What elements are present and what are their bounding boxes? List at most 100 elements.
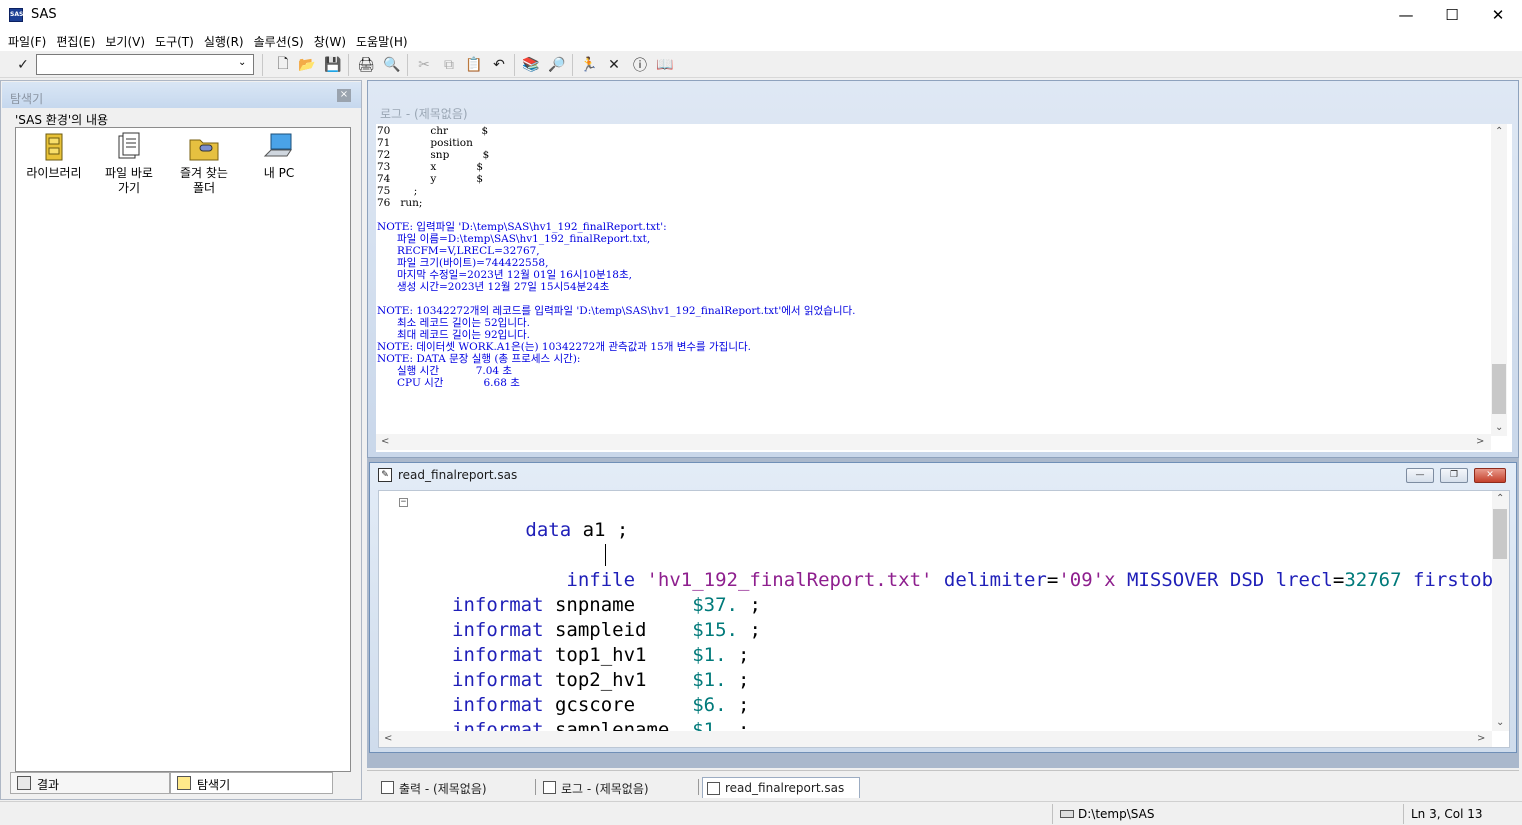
my-pc-label: 내 PC <box>263 166 295 180</box>
log-text: 70 chr $71 position 72 snp $73 x $74 y $7… <box>377 125 856 389</box>
log-note-line: 파일 이름=D:\temp\SAS\hv1_192_finalReport.tx… <box>377 233 651 245</box>
log-note-line: 실행 시간 7.04 초 <box>377 365 513 377</box>
favorite-folder-item[interactable]: 즐겨 찾는 폴더 <box>167 132 241 196</box>
new-file-icon[interactable]: 🗋 <box>273 55 293 75</box>
file-shortcut-label: 파일 바로 가기 <box>105 166 153 195</box>
favorite-folder-label: 즐겨 찾는 폴더 <box>180 166 228 195</box>
explorer-header: 탐색기 × <box>2 82 361 108</box>
my-pc-item[interactable]: 내 PC <box>242 132 316 181</box>
code-line-infile: infile ' hv1_192_finalReport.txt' delimit… <box>452 543 1509 591</box>
copy-icon[interactable]: ⧉ <box>439 55 459 75</box>
file-shortcut-item[interactable]: 파일 바로 가기 <box>92 132 166 196</box>
code-line-informat: informat top2_hv1 $1. ; <box>452 669 750 691</box>
command-dropdown-icon[interactable]: ⌄ <box>238 57 246 68</box>
log-window-title: 로그 - (제목없음) <box>380 107 468 121</box>
explorer-close-icon[interactable]: × <box>337 89 351 102</box>
current-folder[interactable]: D:\temp\SAS <box>1060 807 1154 821</box>
library-label: 라이브러리 <box>26 166 82 180</box>
explorer-tab-icon <box>177 776 191 790</box>
log-doc-icon <box>543 781 556 794</box>
my-pc-icon <box>263 132 295 162</box>
log-line: 73 x $ <box>377 161 484 173</box>
window-title: SAS <box>31 7 57 22</box>
open-folder-icon[interactable]: 📂 <box>297 55 317 75</box>
title-bar: SAS SAS — ☐ ✕ <box>0 0 1522 30</box>
file-shortcut-icon <box>113 132 145 162</box>
status-bar: D:\temp\SAS Ln 3, Col 13 <box>0 801 1522 825</box>
save-icon[interactable]: 💾 <box>323 55 343 75</box>
menu-tools[interactable]: 도구(T) <box>150 30 199 51</box>
code-line-informat: informat sampleid $15. ; <box>452 619 761 641</box>
log-note-line: 파일 크기(바이트)=744422558, <box>377 257 549 269</box>
print-icon[interactable]: 🖨 <box>356 55 376 75</box>
menu-bar: 파일(F) 편집(E) 보기(V) 도구(T) 실행(R) 솔루션(S) 창(W… <box>0 30 1522 51</box>
print-preview-icon[interactable]: 🔍 <box>382 55 402 75</box>
log-note-line: RECFM=V,LRECL=32767, <box>377 245 540 257</box>
cut-icon[interactable]: ✂ <box>414 55 434 75</box>
editor-title-bar: ✎ read_finalreport.sas <box>378 468 517 482</box>
code-line-informat: informat top1_hv1 $1. ; <box>452 644 750 666</box>
editor-title: read_finalreport.sas <box>398 468 518 482</box>
clear-all-icon[interactable]: ✕ <box>604 55 624 75</box>
editor-vertical-scrollbar[interactable]: ⌃ ⌄ <box>1492 491 1509 731</box>
undo-icon[interactable]: ↶ <box>489 55 509 75</box>
menu-window[interactable]: 창(W) <box>309 30 351 51</box>
editor-body[interactable]: − data a1 ; infile ' hv1_192_finalReport.… <box>378 490 1510 748</box>
toolbar: ✓ ⌄ 🗋 📂 💾 🖨 🔍 ✂ ⧉ 📋 ↶ 📚 🔎 🏃 ✕ ⓘ 📖 <box>0 51 1522 78</box>
menu-solutions[interactable]: 솔루션(S) <box>249 30 309 51</box>
editor-scroll-thumb[interactable] <box>1493 509 1507 559</box>
menu-view[interactable]: 보기(V) <box>100 30 150 51</box>
command-input[interactable] <box>36 54 254 75</box>
minimize-button[interactable]: — <box>1383 0 1429 30</box>
editor-restore-button[interactable]: ❐ <box>1440 468 1468 483</box>
editor-horizontal-scrollbar[interactable]: < > <box>379 731 1492 747</box>
editor-window: ✎ read_finalreport.sas — ❐ ✕ − data a1 ;… <box>369 462 1517 753</box>
cursor-position: Ln 3, Col 13 <box>1411 807 1483 821</box>
tab-log[interactable]: 로그 - (제목없음) <box>539 777 699 798</box>
close-button[interactable]: ✕ <box>1475 0 1521 30</box>
tab-explorer[interactable]: 탐색기 <box>170 772 333 794</box>
log-note-line: 생성 시간=2023년 12월 27일 15시54분24초 <box>377 281 610 293</box>
library-cabinet-icon <box>38 132 70 162</box>
log-horizontal-scrollbar[interactable]: < > <box>376 434 1491 450</box>
help-book-icon[interactable]: 📖 <box>655 55 675 75</box>
editor-close-button[interactable]: ✕ <box>1474 468 1506 483</box>
output-doc-icon <box>381 781 394 794</box>
paste-icon[interactable]: 📋 <box>464 55 484 75</box>
log-vertical-scrollbar[interactable]: ⌃ ⌄ <box>1491 124 1507 436</box>
explorer-contents: 라이브러리 파일 바로 가기 즐겨 찾는 폴더 내 PC <box>15 127 351 772</box>
log-note-line: NOTE: 데이터셋 WORK.A1은(는) 10342272개 관측값과 15… <box>377 341 751 353</box>
mdi-workspace: 로그 - (제목없음) 70 chr $71 position 72 snp $7… <box>367 80 1519 768</box>
favorite-folder-icon <box>188 132 220 162</box>
menu-file[interactable]: 파일(F) <box>3 30 51 51</box>
check-command-icon[interactable]: ✓ <box>13 55 33 75</box>
menu-help[interactable]: 도움말(H) <box>351 30 413 51</box>
log-note-line: CPU 시간 6.68 초 <box>377 377 520 389</box>
tab-editor[interactable]: read_finalreport.sas <box>702 777 860 798</box>
program-file-icon: ✎ <box>378 468 392 482</box>
log-line: 70 chr $ <box>377 125 489 137</box>
log-body[interactable]: 70 chr $71 position 72 snp $73 x $74 y $7… <box>376 124 1512 452</box>
library-item[interactable]: 라이브러리 <box>17 132 91 181</box>
log-line: 75 ; <box>377 185 418 197</box>
log-line: 71 position <box>377 137 473 149</box>
menu-run[interactable]: 실행(R) <box>199 30 249 51</box>
menu-edit[interactable]: 편집(E) <box>51 30 100 51</box>
log-line: 76 run; <box>377 197 423 209</box>
log-note-line: NOTE: 입력파일 'D:\temp\SAS\hv1_192_finalRep… <box>377 221 667 233</box>
explorer-icon[interactable]: 🔎 <box>547 55 567 75</box>
code-line-1: data a1 ; <box>525 519 629 541</box>
tab-output[interactable]: 출력 - (제목없음) <box>377 777 537 798</box>
log-note-line: NOTE: 10342272개의 레코드를 입력파일 'D:\temp\SAS\… <box>377 305 856 317</box>
editor-minimize-button[interactable]: — <box>1406 468 1434 483</box>
maximize-button[interactable]: ☐ <box>1429 0 1475 30</box>
new-library-icon[interactable]: 📚 <box>521 55 541 75</box>
code-line-informat: informat gcscore $6. ; <box>452 694 750 716</box>
submit-run-icon[interactable]: 🏃 <box>579 55 599 75</box>
tab-results[interactable]: 결과 <box>10 772 170 794</box>
explorer-tabs: 결과 탐색기 <box>10 772 353 796</box>
log-scroll-thumb[interactable] <box>1492 364 1506 414</box>
program-file-icon <box>707 782 720 795</box>
fold-toggle-icon[interactable]: − <box>399 498 408 507</box>
break-icon[interactable]: ⓘ <box>630 55 650 75</box>
